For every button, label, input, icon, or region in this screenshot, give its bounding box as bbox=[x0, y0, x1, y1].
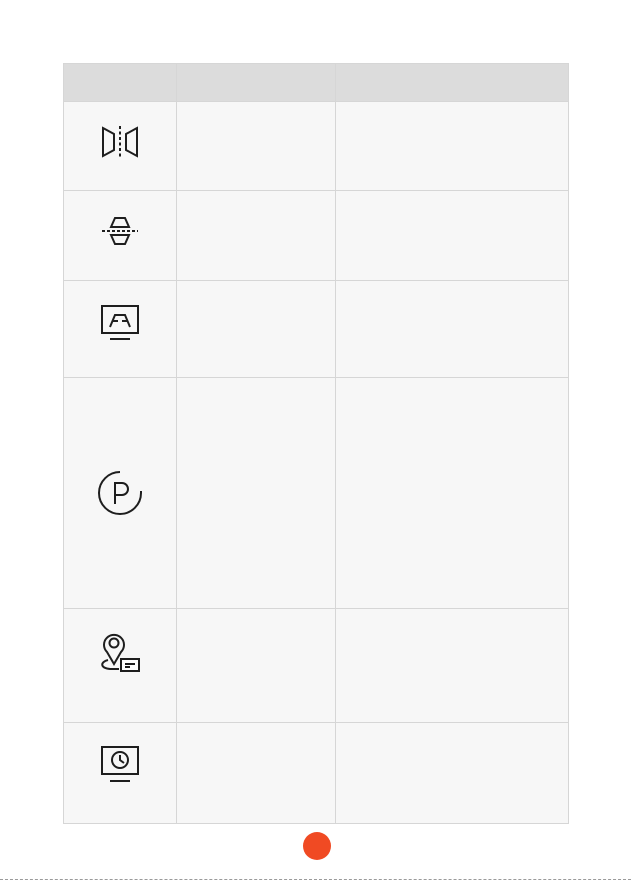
header-cell-description bbox=[336, 64, 568, 101]
feature-table bbox=[63, 63, 569, 824]
lane-display-icon bbox=[98, 301, 142, 345]
table-row bbox=[64, 281, 568, 378]
parking-mode-icon bbox=[96, 469, 144, 517]
row-name bbox=[177, 102, 336, 190]
row-description bbox=[336, 102, 568, 190]
footer-divider bbox=[0, 879, 631, 880]
page-indicator-dot bbox=[303, 832, 331, 860]
row-description bbox=[336, 609, 568, 722]
row-name bbox=[177, 281, 336, 377]
row-name bbox=[177, 191, 336, 280]
table-row bbox=[64, 191, 568, 281]
header-cell-icon bbox=[64, 64, 177, 101]
row-name bbox=[177, 723, 336, 823]
header-cell-name bbox=[177, 64, 336, 101]
row-description bbox=[336, 191, 568, 280]
location-card-icon bbox=[96, 629, 144, 677]
row-description bbox=[336, 378, 568, 608]
flip-view-icon bbox=[98, 209, 142, 253]
table-row bbox=[64, 378, 568, 609]
table-header bbox=[64, 64, 568, 102]
mirror-view-icon bbox=[98, 120, 142, 164]
table-row bbox=[64, 723, 568, 823]
row-name bbox=[177, 609, 336, 722]
time-display-icon bbox=[98, 743, 142, 787]
table-row bbox=[64, 102, 568, 191]
row-description bbox=[336, 723, 568, 823]
row-description bbox=[336, 281, 568, 377]
table-row bbox=[64, 609, 568, 723]
row-name bbox=[177, 378, 336, 608]
